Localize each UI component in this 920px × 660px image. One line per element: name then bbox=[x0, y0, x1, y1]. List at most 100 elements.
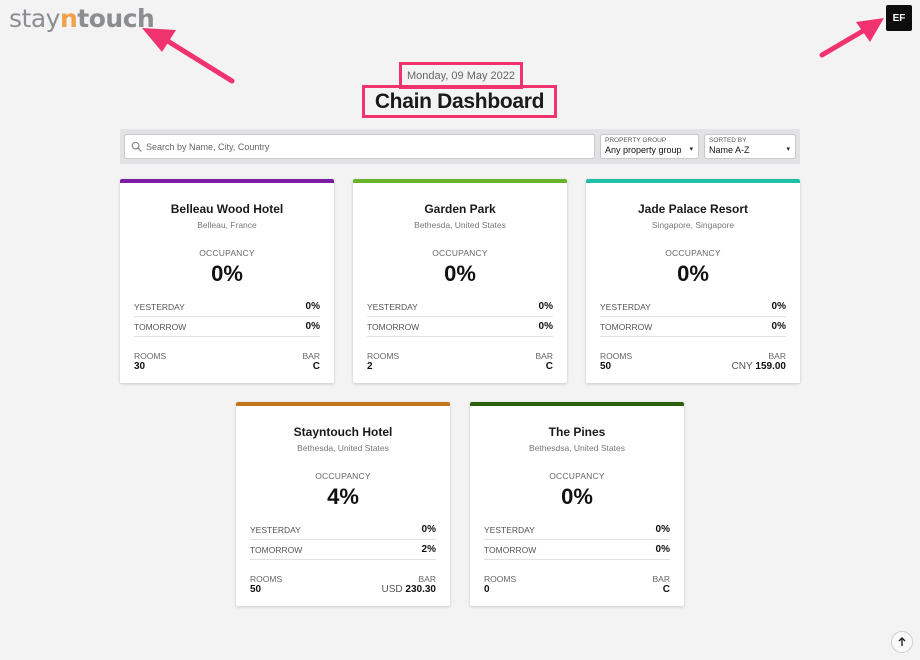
yesterday-label: YESTERDAY bbox=[600, 301, 651, 312]
tomorrow-row: TOMORROW 2% bbox=[250, 540, 436, 560]
user-avatar[interactable]: EF bbox=[886, 5, 912, 31]
rooms-value: 2 bbox=[367, 361, 373, 372]
hotel-name: Jade Palace Resort bbox=[637, 202, 749, 216]
occupancy-value: 0% bbox=[211, 261, 243, 286]
tomorrow-label: TOMORROW bbox=[250, 544, 303, 555]
property-group-dropdown[interactable]: PROPERTY GROUP Any property group ▾ bbox=[600, 134, 699, 159]
occupancy-value: 0% bbox=[677, 261, 709, 286]
bar-value: C bbox=[312, 361, 320, 372]
yesterday-row: YESTERDAY 0% bbox=[134, 297, 320, 317]
tomorrow-value: 2% bbox=[421, 544, 436, 555]
occupancy-value: 0% bbox=[444, 261, 476, 286]
property-group-label: PROPERTY GROUP bbox=[605, 137, 667, 144]
bar-rate: C bbox=[663, 584, 670, 595]
bar-currency: USD bbox=[381, 584, 403, 595]
yesterday-row: YESTERDAY 0% bbox=[367, 297, 553, 317]
tomorrow-row: TOMORROW 0% bbox=[367, 317, 553, 337]
bar-rate: C bbox=[313, 361, 320, 372]
occupancy-label: OCCUPANCY bbox=[199, 248, 255, 258]
yesterday-value: 0% bbox=[421, 524, 436, 535]
tomorrow-row: TOMORROW 0% bbox=[134, 317, 320, 337]
bar-rate: CNY 159.00 bbox=[732, 361, 787, 372]
property-group-value: Any property group bbox=[605, 145, 682, 155]
arrow-up-icon bbox=[898, 637, 906, 646]
tomorrow-value: 0% bbox=[538, 321, 553, 332]
yesterday-label: YESTERDAY bbox=[134, 301, 185, 312]
tomorrow-label: TOMORROW bbox=[600, 321, 653, 332]
occupancy-value: 0% bbox=[561, 484, 593, 509]
yesterday-value: 0% bbox=[538, 301, 553, 312]
chevron-down-icon: ▾ bbox=[689, 146, 693, 153]
tomorrow-value: 0% bbox=[655, 544, 670, 555]
hotel-location: Bethesda, United States bbox=[414, 220, 506, 230]
yesterday-value: 0% bbox=[305, 301, 320, 312]
occupancy-label: OCCUPANCY bbox=[432, 248, 488, 258]
hotel-card[interactable]: Jade Palace Resort Singapore, Singapore … bbox=[586, 179, 800, 383]
bar-label: BAR bbox=[302, 351, 320, 361]
bar-label: BAR bbox=[418, 574, 436, 584]
yesterday-row: YESTERDAY 0% bbox=[250, 520, 436, 540]
bar-label: BAR bbox=[652, 574, 670, 584]
rooms-value: 30 bbox=[134, 361, 146, 372]
hotel-card[interactable]: The Pines Bethesdsa, United States OCCUP… bbox=[470, 402, 684, 606]
hotel-color-bar bbox=[586, 179, 800, 183]
hotel-name: Belleau Wood Hotel bbox=[170, 202, 284, 216]
hotel-color-bar bbox=[236, 402, 450, 406]
tomorrow-row: TOMORROW 0% bbox=[484, 540, 670, 560]
bar-currency: CNY bbox=[731, 361, 753, 372]
hotel-location: Singapore, Singapore bbox=[651, 220, 735, 230]
sorted-by-value: Name A-Z bbox=[709, 145, 750, 155]
bar-label: BAR bbox=[768, 351, 786, 361]
hotel-name: Stayntouch Hotel bbox=[293, 425, 393, 439]
sorted-by-label: SORTED BY bbox=[709, 137, 747, 144]
rooms-value: 0 bbox=[484, 584, 490, 595]
page-title: Chain Dashboard bbox=[362, 85, 557, 118]
hotel-card[interactable]: Stayntouch Hotel Bethesda, United States… bbox=[236, 402, 450, 606]
rooms-label: ROOMS bbox=[484, 574, 517, 584]
hotel-color-bar bbox=[120, 179, 334, 183]
rooms-value: 50 bbox=[600, 361, 612, 372]
sorted-by-dropdown[interactable]: SORTED BY Name A-Z ▾ bbox=[704, 134, 796, 159]
occupancy-label: OCCUPANCY bbox=[315, 471, 371, 481]
filter-bar: PROPERTY GROUP Any property group ▾ SORT… bbox=[120, 129, 800, 164]
yesterday-row: YESTERDAY 0% bbox=[484, 520, 670, 540]
hotel-color-bar bbox=[470, 402, 684, 406]
hotel-location: Belleau, France bbox=[197, 220, 257, 230]
logo-part-stay: stay bbox=[9, 4, 60, 33]
bar-value: 230.30 bbox=[405, 584, 436, 595]
tomorrow-row: TOMORROW 0% bbox=[600, 317, 786, 337]
stayntouch-logo[interactable]: stayntouch bbox=[9, 4, 155, 33]
tomorrow-label: TOMORROW bbox=[134, 321, 187, 332]
hotel-color-bar bbox=[353, 179, 567, 183]
bar-rate: C bbox=[546, 361, 553, 372]
bar-value: C bbox=[545, 361, 553, 372]
yesterday-value: 0% bbox=[771, 301, 786, 312]
rooms-value: 50 bbox=[250, 584, 262, 595]
bar-value: C bbox=[662, 584, 670, 595]
tomorrow-label: TOMORROW bbox=[367, 321, 420, 332]
hotel-card[interactable]: Garden Park Bethesda, United States OCCU… bbox=[353, 179, 567, 383]
tomorrow-label: TOMORROW bbox=[484, 544, 537, 555]
rooms-label: ROOMS bbox=[250, 574, 283, 584]
bar-rate: USD 230.30 bbox=[382, 584, 437, 595]
yesterday-label: YESTERDAY bbox=[250, 524, 301, 535]
occupancy-value: 4% bbox=[327, 484, 359, 509]
hotel-name: The Pines bbox=[548, 425, 606, 439]
rooms-label: ROOMS bbox=[367, 351, 400, 361]
tomorrow-value: 0% bbox=[305, 321, 320, 332]
search-input[interactable] bbox=[146, 141, 594, 152]
bar-label: BAR bbox=[535, 351, 553, 361]
hotel-name: Garden Park bbox=[424, 202, 496, 216]
yesterday-label: YESTERDAY bbox=[484, 524, 535, 535]
logo-part-n: n bbox=[59, 4, 78, 33]
search-box[interactable] bbox=[124, 134, 595, 159]
occupancy-label: OCCUPANCY bbox=[549, 471, 605, 481]
tomorrow-value: 0% bbox=[771, 321, 786, 332]
hotel-location: Bethesdsa, United States bbox=[529, 443, 625, 453]
bar-value: 159.00 bbox=[755, 361, 786, 372]
hotel-card[interactable]: Belleau Wood Hotel Belleau, France OCCUP… bbox=[120, 179, 334, 383]
annotation-arrow-avatar-icon bbox=[819, 18, 884, 58]
occupancy-label: OCCUPANCY bbox=[665, 248, 721, 258]
search-icon bbox=[131, 141, 142, 152]
scroll-to-top-button[interactable] bbox=[891, 631, 913, 653]
